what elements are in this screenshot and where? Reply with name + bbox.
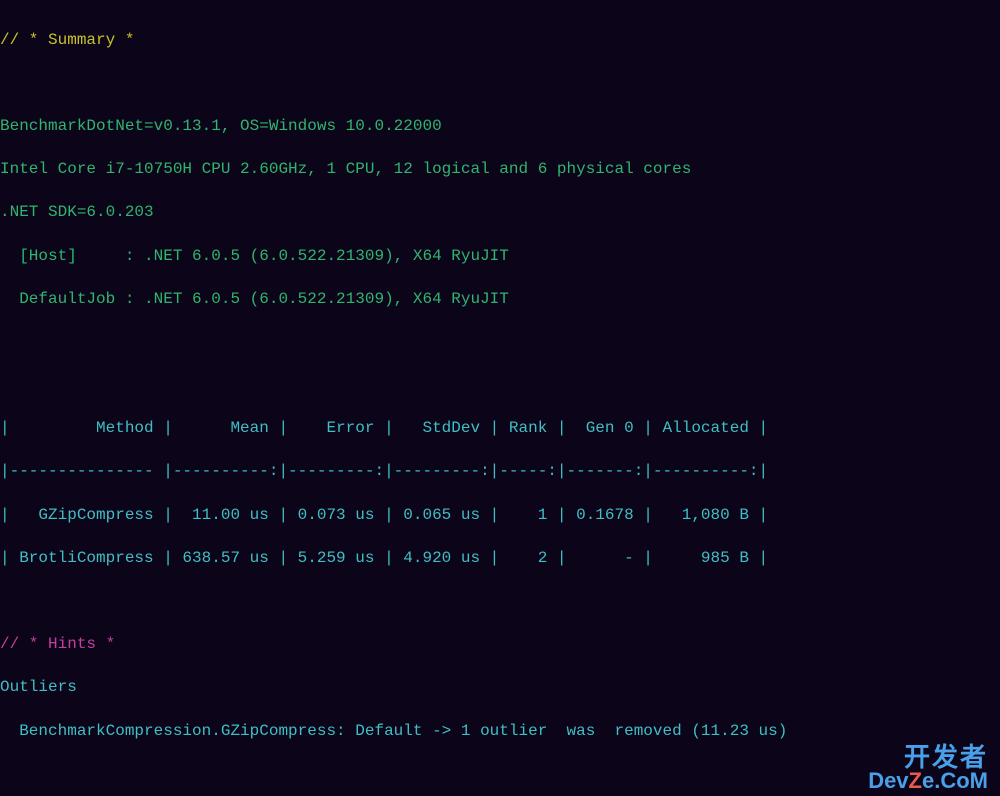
table-row: | GZipCompress | 11.00 us | 0.073 us | 0…	[0, 505, 1000, 527]
env-line: Intel Core i7-10750H CPU 2.60GHz, 1 CPU,…	[0, 159, 1000, 181]
hints-line: BenchmarkCompression.GZipCompress: Defau…	[0, 721, 1000, 743]
env-line: BenchmarkDotNet=v0.13.1, OS=Windows 10.0…	[0, 116, 1000, 138]
terminal-output: // * Summary * BenchmarkDotNet=v0.13.1, …	[0, 0, 1000, 796]
summary-header: // * Summary *	[0, 30, 1000, 52]
hints-header: // * Hints *	[0, 634, 1000, 656]
env-line: .NET SDK=6.0.203	[0, 202, 1000, 224]
table-separator: |--------------- |----------:|---------:…	[0, 461, 1000, 483]
env-line: [Host] : .NET 6.0.5 (6.0.522.21309), X64…	[0, 246, 1000, 268]
hints-line: Outliers	[0, 677, 1000, 699]
table-row: | BrotliCompress | 638.57 us | 5.259 us …	[0, 548, 1000, 570]
table-header: | Method | Mean | Error | StdDev | Rank …	[0, 418, 1000, 440]
env-line: DefaultJob : .NET 6.0.5 (6.0.522.21309),…	[0, 289, 1000, 311]
